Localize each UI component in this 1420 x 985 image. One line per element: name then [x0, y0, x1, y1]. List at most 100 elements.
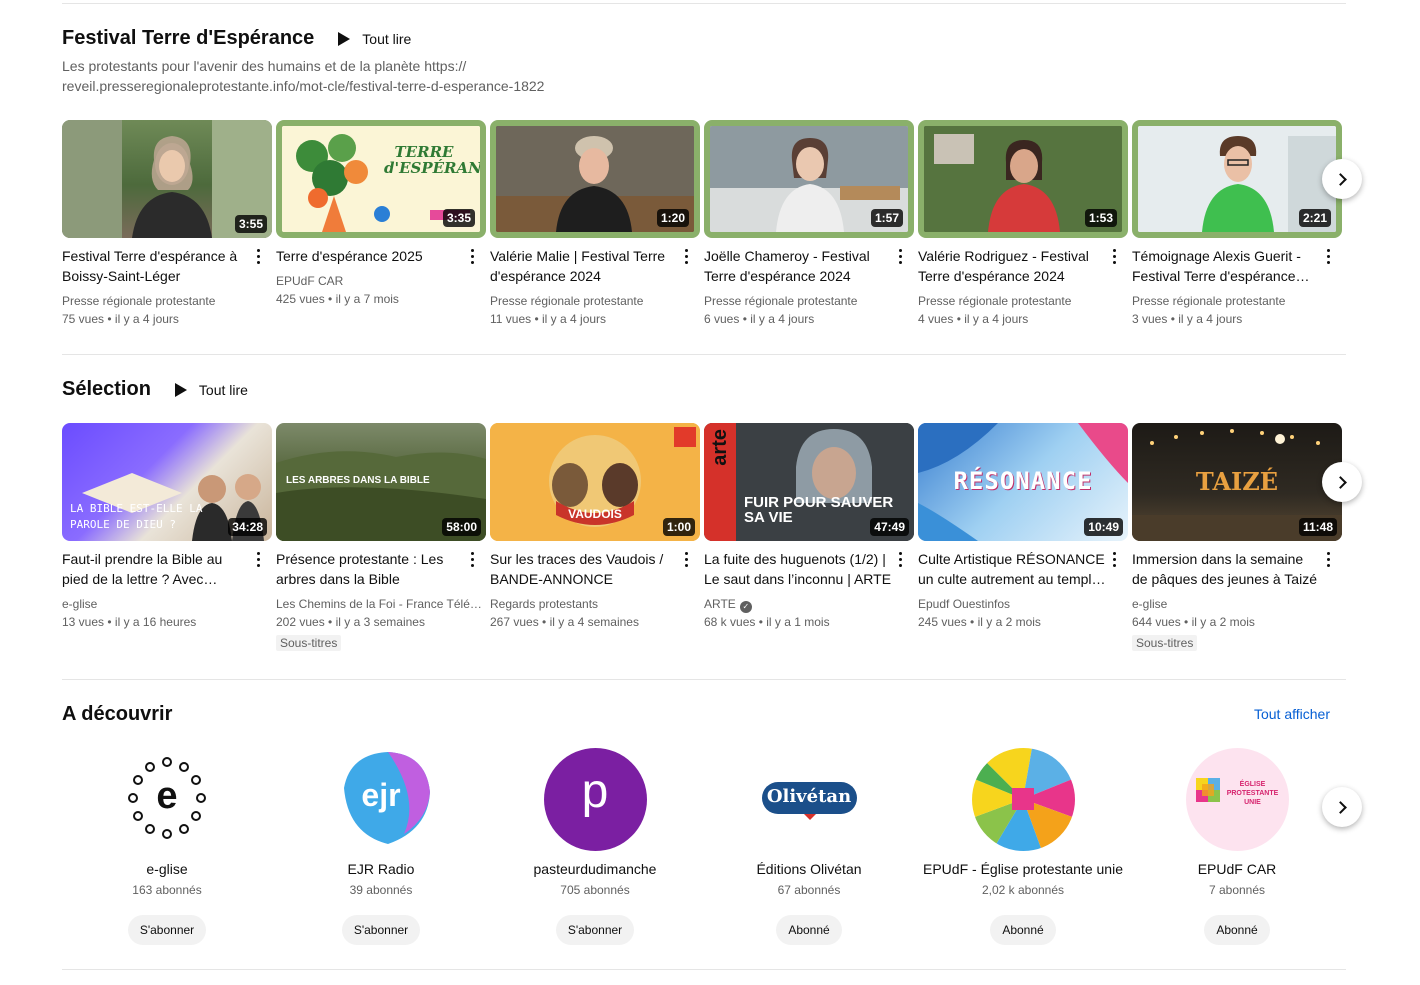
video-thumbnail[interactable]: VAUDOIS 1:00: [490, 423, 700, 541]
video-card[interactable]: 1:20 Valérie Malie | Festival Terre d'es…: [490, 120, 700, 328]
channel-card[interactable]: Olivétan Éditions Olivétan 67 abonnés Ab…: [704, 748, 914, 945]
next-arrow-button[interactable]: [1322, 787, 1362, 827]
subscribed-button[interactable]: Abonné: [776, 915, 842, 945]
video-channel[interactable]: Presse régionale protestante: [918, 292, 1128, 310]
channel-card[interactable]: p pasteurdudimanche 705 abonnés S'abonne…: [490, 748, 700, 945]
channel-card[interactable]: e e-glise 163 abonnés S'abonner: [62, 748, 272, 945]
video-title[interactable]: Valérie Rodriguez - Festival Terre d'esp…: [918, 246, 1128, 286]
more-actions-icon[interactable]: [464, 246, 480, 266]
channel-name[interactable]: pasteurdudimanche: [490, 861, 700, 877]
next-arrow-button[interactable]: [1322, 159, 1362, 199]
video-thumbnail[interactable]: TAIZÉ 11:48: [1132, 423, 1342, 541]
video-title[interactable]: Présence protestante : Les arbres dans l…: [276, 549, 486, 589]
avatar-letter: e: [156, 775, 178, 817]
chevron-right-icon: [1333, 800, 1347, 814]
video-title[interactable]: Sur les traces des Vaudois / BANDE-ANNON…: [490, 549, 700, 589]
video-duration: 11:48: [1298, 518, 1337, 536]
video-channel[interactable]: Epudf Ouestinfos: [918, 595, 1128, 613]
channel-card[interactable]: ejr EJR Radio 39 abonnés S'abonner: [276, 748, 486, 945]
subscribe-button[interactable]: S'abonner: [341, 915, 421, 945]
video-card[interactable]: arte FUIR POUR SAUVER SA VIE 47:49 La fu…: [704, 423, 914, 631]
subscribed-button[interactable]: Abonné: [990, 915, 1056, 945]
play-all-button[interactable]: Tout lire: [174, 382, 248, 398]
video-channel[interactable]: EPUdF CAR: [276, 272, 486, 290]
video-channel[interactable]: Presse régionale protestante: [490, 292, 700, 310]
video-card[interactable]: 3:55 Festival Terre d'espérance à Boissy…: [62, 120, 272, 328]
video-card[interactable]: LES ARBRES DANS LA BIBLE 58:00 Présence …: [276, 423, 486, 652]
thumbnail-text: TAIZÉ: [1195, 467, 1279, 496]
more-actions-icon[interactable]: [678, 549, 694, 569]
video-thumbnail[interactable]: arte FUIR POUR SAUVER SA VIE 47:49: [704, 423, 914, 541]
thumbnail-text: RÉSONANCE: [953, 467, 1093, 495]
video-card[interactable]: RÉSONANCE 10:49 Culte Artistique RÉSONAN…: [918, 423, 1128, 631]
video-title[interactable]: Témoignage Alexis Guerit - Festival Terr…: [1132, 246, 1342, 286]
channel-name[interactable]: EPUdF - Église protestante unie: [918, 861, 1128, 877]
channel-avatar[interactable]: Olivétan: [757, 748, 861, 851]
video-channel[interactable]: ARTE ✓: [704, 595, 914, 613]
more-actions-icon[interactable]: [250, 246, 266, 266]
channel-name[interactable]: EJR Radio: [276, 861, 486, 877]
show-all-link[interactable]: Tout afficher: [1254, 706, 1330, 722]
more-actions-icon[interactable]: [892, 246, 908, 266]
channel-avatar[interactable]: ejr: [329, 748, 433, 851]
video-channel[interactable]: Regards protestants: [490, 595, 700, 613]
subscribe-button[interactable]: S'abonner: [555, 915, 635, 945]
more-actions-icon[interactable]: [678, 246, 694, 266]
video-thumbnail[interactable]: TERRE d'ESPÉRANCE 3:35: [276, 120, 486, 238]
play-all-button[interactable]: Tout lire: [338, 31, 411, 47]
video-title[interactable]: Terre d'espérance 2025: [276, 246, 486, 266]
more-actions-icon[interactable]: [1320, 549, 1336, 569]
video-title[interactable]: Culte Artistique RÉSONANCE un culte autr…: [918, 549, 1128, 589]
video-card[interactable]: TAIZÉ 11:48 Immersion dans la semaine de…: [1132, 423, 1342, 652]
more-actions-icon[interactable]: [892, 549, 908, 569]
channel-name[interactable]: Éditions Olivétan: [704, 861, 914, 877]
channel-card[interactable]: ÉGLISE PROTESTANTE UNIE EPUdF CAR 7 abon…: [1132, 748, 1342, 945]
video-title[interactable]: Festival Terre d'espérance à Boissy-Sain…: [62, 246, 272, 286]
video-card[interactable]: 1:57 Joëlle Chameroy - Festival Terre d'…: [704, 120, 914, 328]
video-card[interactable]: 2:21 Témoignage Alexis Guerit - Festival…: [1132, 120, 1342, 328]
channel-name[interactable]: EPUdF CAR: [1132, 861, 1342, 877]
video-thumbnail[interactable]: 2:21: [1132, 120, 1342, 238]
subscribe-button[interactable]: S'abonner: [127, 915, 207, 945]
video-channel[interactable]: Presse régionale protestante: [62, 292, 272, 310]
channel-avatar[interactable]: ÉGLISE PROTESTANTE UNIE: [1185, 748, 1289, 851]
video-thumbnail[interactable]: 1:57: [704, 120, 914, 238]
channel-avatar[interactable]: p: [543, 748, 647, 851]
more-actions-icon[interactable]: [250, 549, 266, 569]
video-thumbnail[interactable]: 1:20: [490, 120, 700, 238]
more-actions-icon[interactable]: [1106, 549, 1122, 569]
more-actions-icon[interactable]: [1320, 246, 1336, 266]
video-title[interactable]: Faut-il prendre la Bible au pied de la l…: [62, 549, 272, 589]
avatar-letter: p: [581, 765, 609, 818]
channel-card[interactable]: EPUdF - Église protestante unie 2,02 k a…: [918, 748, 1128, 945]
channel-avatar[interactable]: [971, 748, 1075, 851]
video-thumbnail[interactable]: LES ARBRES DANS LA BIBLE 58:00: [276, 423, 486, 541]
video-thumbnail[interactable]: LA BIBLE EST-ELLE LA PAROLE DE DIEU ? 34…: [62, 423, 272, 541]
video-title[interactable]: La fuite des huguenots (1/2) | Le saut d…: [704, 549, 914, 589]
more-actions-icon[interactable]: [1106, 246, 1122, 266]
next-arrow-button[interactable]: [1322, 462, 1362, 502]
video-channel[interactable]: e-glise: [62, 595, 272, 613]
channel-name[interactable]: e-glise: [62, 861, 272, 877]
video-title[interactable]: Valérie Malie | Festival Terre d'espéran…: [490, 246, 700, 286]
video-card[interactable]: LA BIBLE EST-ELLE LA PAROLE DE DIEU ? 34…: [62, 423, 272, 631]
channel-avatar[interactable]: e: [115, 748, 219, 851]
video-title[interactable]: Immersion dans la semaine de pâques des …: [1132, 549, 1342, 589]
video-card[interactable]: TERRE d'ESPÉRANCE 3:35 Terre d'espérance…: [276, 120, 486, 308]
video-thumbnail[interactable]: 1:53: [918, 120, 1128, 238]
video-thumbnail[interactable]: RÉSONANCE 10:49: [918, 423, 1128, 541]
shelf-title[interactable]: Festival Terre d'Espérance: [62, 27, 314, 50]
subscribed-button[interactable]: Abonné: [1204, 915, 1270, 945]
video-duration: 2:21: [1298, 209, 1331, 227]
video-card[interactable]: VAUDOIS 1:00 Sur les traces des Vaudois …: [490, 423, 700, 631]
video-channel[interactable]: e-glise: [1132, 595, 1342, 613]
video-channel[interactable]: Presse régionale protestante: [1132, 292, 1342, 310]
shelf-header: A découvrir: [62, 703, 172, 726]
video-channel[interactable]: Les Chemins de la Foi - France Télévisio…: [276, 595, 486, 613]
video-card[interactable]: 1:53 Valérie Rodriguez - Festival Terre …: [918, 120, 1128, 328]
more-actions-icon[interactable]: [464, 549, 480, 569]
video-thumbnail[interactable]: 3:55: [62, 120, 272, 238]
video-title[interactable]: Joëlle Chameroy - Festival Terre d'espér…: [704, 246, 914, 286]
video-channel[interactable]: Presse régionale protestante: [704, 292, 914, 310]
shelf-title[interactable]: Sélection: [62, 378, 151, 401]
